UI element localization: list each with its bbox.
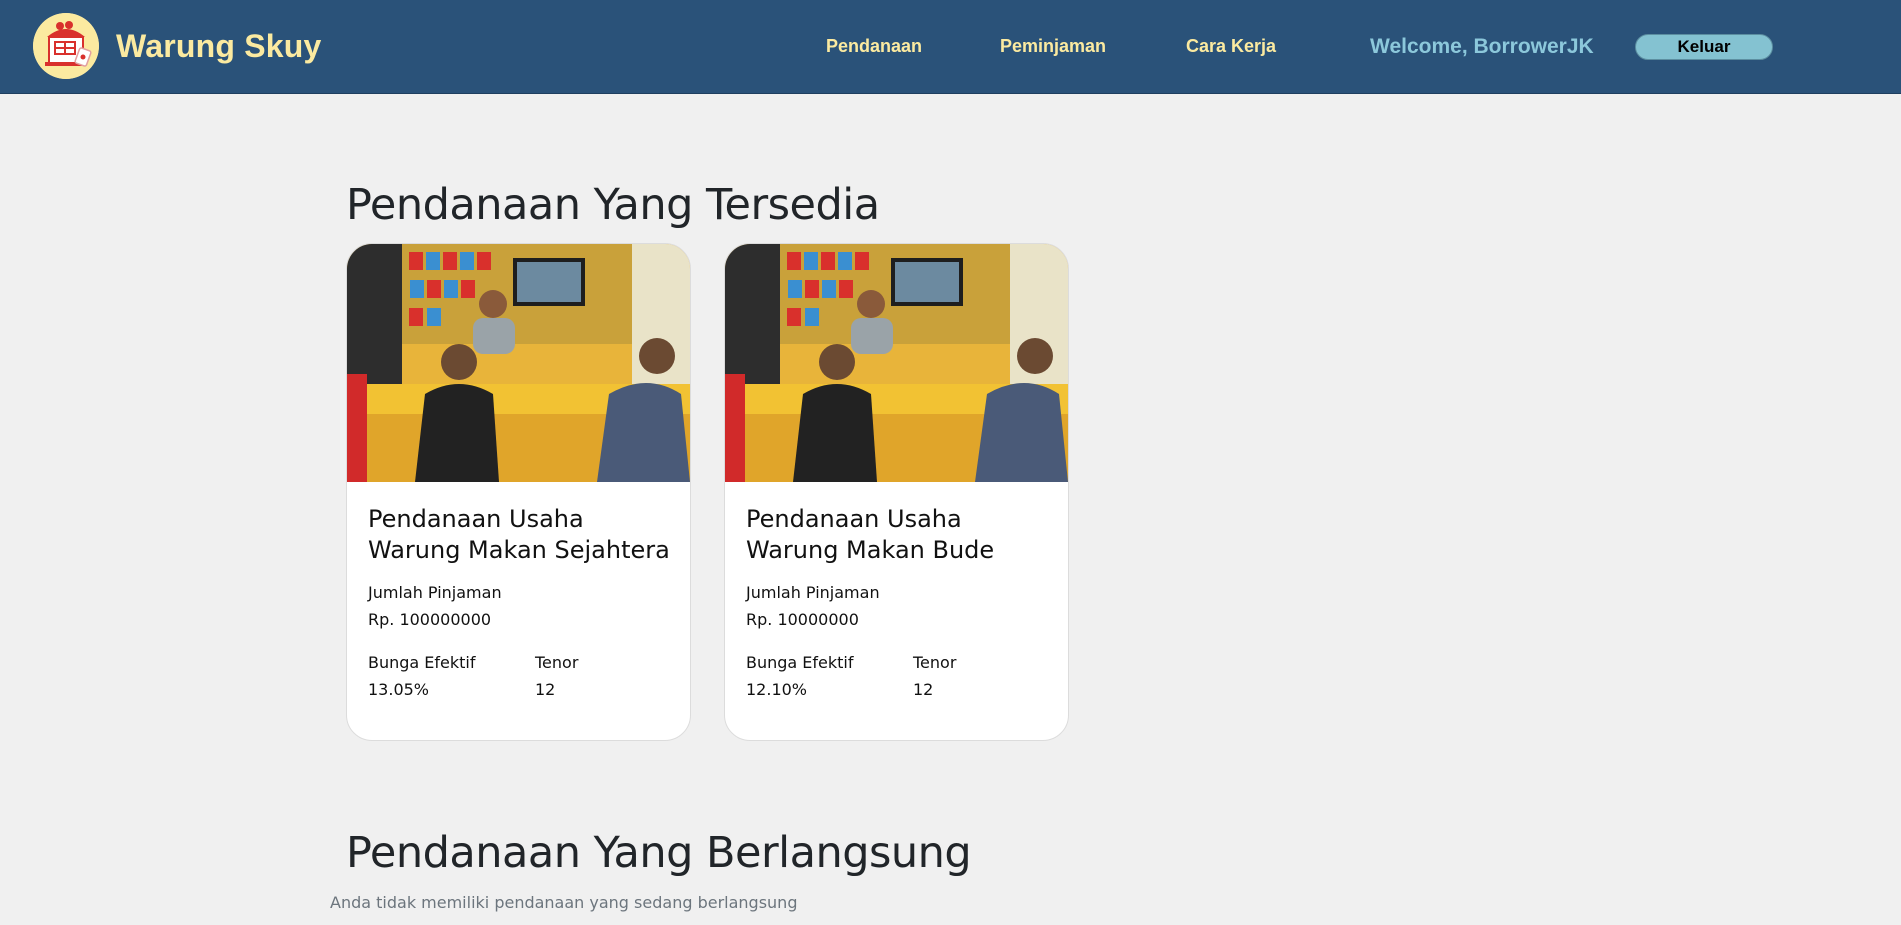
ongoing-section-title: Pendanaan Yang Berlangsung: [346, 828, 972, 878]
tenor-label: Tenor: [913, 653, 957, 672]
warung-photo: [347, 244, 690, 482]
amount-label: Jumlah Pinjaman: [746, 583, 880, 602]
rate-label: Bunga Efektif: [368, 653, 476, 672]
logout-button[interactable]: Keluar: [1635, 34, 1773, 60]
rate-value: 13.05%: [368, 680, 430, 699]
funding-card[interactable]: Pendanaan Usaha Warung Makan Bude Jumlah…: [724, 243, 1069, 741]
tenor-value: 12: [913, 680, 934, 699]
tenor-label: Tenor: [535, 653, 579, 672]
available-section-title: Pendanaan Yang Tersedia: [346, 180, 880, 230]
tenor-value: 12: [535, 680, 556, 699]
nav-peminjaman[interactable]: Peminjaman: [1000, 36, 1106, 57]
empty-state-text: Anda tidak memiliki pendanaan yang sedan…: [330, 893, 798, 912]
card-title: Pendanaan Usaha Warung Makan Sejahtera: [368, 505, 670, 564]
rate-label: Bunga Efektif: [746, 653, 854, 672]
amount-value: Rp. 10000000: [746, 610, 859, 629]
nav-pendanaan[interactable]: Pendanaan: [826, 36, 922, 57]
card-title: Pendanaan Usaha Warung Makan Bude: [746, 505, 995, 564]
navbar: Warung Skuy Pendanaan Peminjaman Cara Ke…: [0, 0, 1901, 94]
funding-card[interactable]: Pendanaan Usaha Warung Makan Sejahtera J…: [346, 243, 691, 741]
shop-icon: [33, 13, 99, 79]
amount-value: Rp. 100000000: [368, 610, 492, 629]
nav-cara-kerja[interactable]: Cara Kerja: [1186, 36, 1276, 57]
warung-photo: [725, 244, 1068, 482]
welcome-text: Welcome, BorrowerJK: [1370, 35, 1594, 58]
brand-name[interactable]: Warung Skuy: [116, 28, 321, 65]
amount-label: Jumlah Pinjaman: [368, 583, 502, 602]
warung-logo[interactable]: [33, 13, 99, 79]
rate-value: 12.10%: [746, 680, 808, 699]
